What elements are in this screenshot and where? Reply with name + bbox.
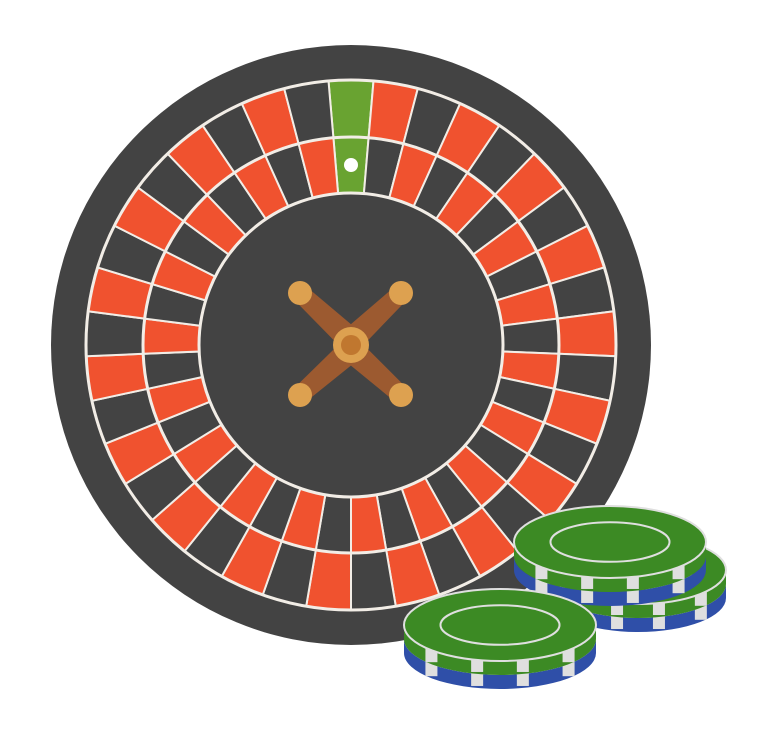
wheel-pocket-inner: [500, 317, 560, 355]
wheel-pocket-outer: [556, 310, 618, 358]
chip-top: [513, 505, 707, 579]
turret-center-inner: [341, 335, 361, 355]
turret-knob: [389, 383, 413, 407]
chip-stack-front: [403, 588, 597, 689]
chip-top: [403, 588, 597, 662]
turret-knob: [288, 281, 312, 305]
chip-stack-right: [513, 505, 707, 606]
turret-knob: [389, 281, 413, 305]
roulette-ball: [344, 158, 358, 172]
turret-knob: [288, 383, 312, 407]
zero-pocket-outer: [327, 79, 375, 139]
roulette-scene: [51, 45, 727, 689]
